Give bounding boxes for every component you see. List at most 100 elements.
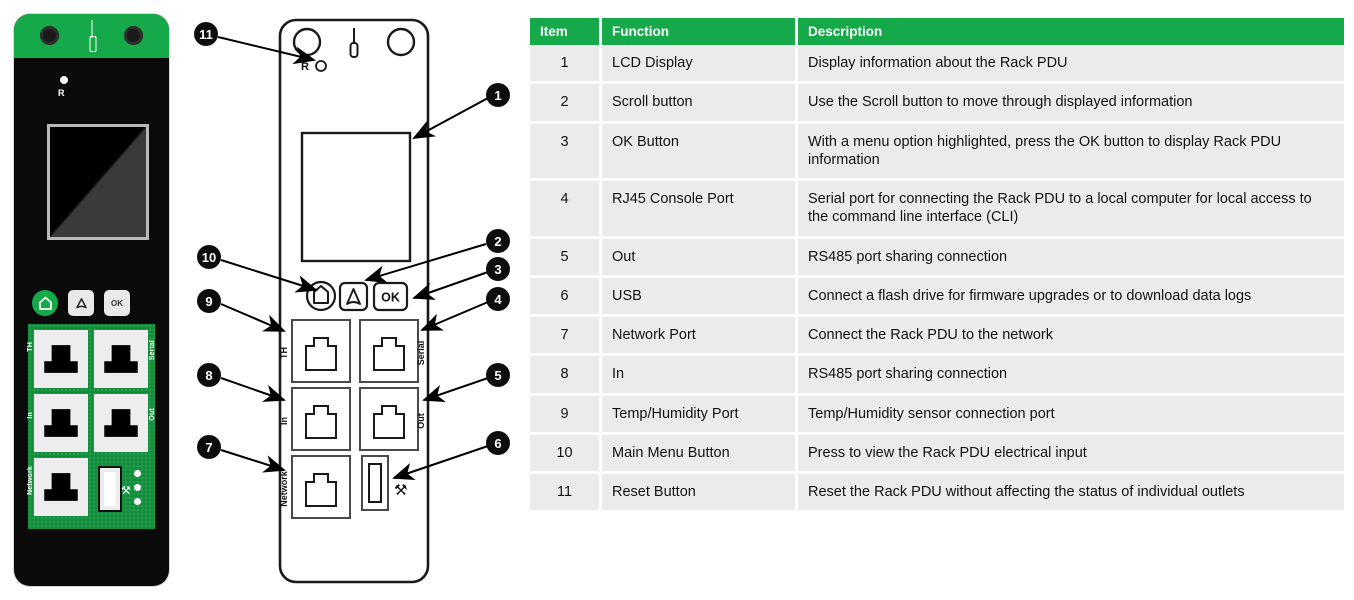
cell-function: In [602, 356, 798, 396]
cell-function: Main Menu Button [602, 434, 798, 475]
callout-7: 7 [197, 435, 221, 459]
cell-description: Serial port for connecting the Rack PDU … [798, 181, 1344, 239]
cell-item: 1 [530, 45, 602, 85]
diagram-port-label-network: Network [279, 470, 289, 507]
photo-status-led-2 [134, 484, 141, 491]
photo-port-label-in: In [27, 412, 34, 419]
callout-1: 1 [486, 83, 510, 107]
reset-pinhole-icon [60, 76, 68, 84]
photo-port-in[interactable] [34, 394, 88, 452]
table-row: 2 Scroll button Use the Scroll button to m… [530, 84, 1344, 124]
svg-text:11: 11 [199, 27, 213, 42]
callout-5: 5 [486, 363, 510, 387]
cell-description: Connect the Rack PDU to the network [798, 317, 1344, 357]
column-header-item: Item [530, 18, 602, 45]
leader-9 [220, 303, 286, 332]
photo-status-led-1 [134, 470, 141, 477]
diagram-ok-label: OK [381, 291, 400, 305]
cell-description: Temp/Humidity sensor connection port [798, 395, 1344, 435]
photo-ok-button[interactable]: OK [104, 290, 130, 316]
cell-function: Out [602, 238, 798, 278]
photo-lcd-screen-face [50, 127, 146, 237]
table-row: 9 Temp/Humidity Port Temp/Humidity sensor … [530, 395, 1344, 435]
photo-port-temp-humidity[interactable] [34, 330, 88, 388]
mounting-screw-left-icon [40, 26, 59, 45]
leader-5 [422, 377, 489, 403]
screwdriver-icon [89, 20, 96, 52]
cell-item: 4 [530, 181, 602, 239]
svg-text:6: 6 [494, 436, 501, 451]
svg-text:7: 7 [205, 440, 212, 455]
svg-text:8: 8 [205, 368, 212, 383]
mounting-screw-right-icon [124, 26, 143, 45]
cell-function: Network Port [602, 317, 798, 357]
leader-4 [420, 301, 489, 331]
cell-function: Scroll button [602, 84, 798, 124]
photo-port-label-serial: Serial [149, 340, 156, 361]
cell-item: 11 [530, 474, 602, 514]
table-row: 3 OK Button With a menu option highlighted… [530, 123, 1344, 182]
table-row: 10 Main Menu Button Press to view the Rack… [530, 434, 1344, 475]
usb-trident-icon: ⚒ [394, 481, 407, 499]
cell-function: Reset Button [602, 474, 798, 514]
cell-item: 2 [530, 84, 602, 124]
callout-2: 2 [486, 229, 510, 253]
cell-description: Use the Scroll button to move through di… [798, 84, 1344, 124]
cell-item: 3 [530, 123, 602, 182]
cell-description: Reset the Rack PDU without affecting the… [798, 474, 1344, 514]
callout-6: 6 [486, 431, 510, 455]
column-header-description: Description [798, 18, 1344, 45]
callout-8: 8 [197, 363, 221, 387]
cell-function: OK Button [602, 123, 798, 182]
cell-item: 5 [530, 238, 602, 278]
line-diagram: R OK ⚒ TH Serial In Out Network 11 1 10 … [188, 8, 518, 592]
spec-table-wrapper: Item Function Description 1 LCD Display Di… [530, 18, 1344, 514]
photo-main-menu-button[interactable] [32, 290, 58, 316]
photo-status-led-3 [134, 498, 141, 505]
diagram-reset-label: R [301, 61, 309, 73]
cell-description: RS485 port sharing connection [798, 356, 1344, 396]
callout-9: 9 [197, 289, 221, 313]
cell-description: Display information about the Rack PDU [798, 45, 1344, 85]
cell-function: RJ45 Console Port [602, 181, 798, 239]
table-row: 1 LCD Display Display information about th… [530, 45, 1344, 85]
table-row: 11 Reset Button Reset the Rack PDU without… [530, 474, 1344, 514]
callout-11: 11 [194, 22, 218, 46]
photo-port-label-th: TH [27, 342, 34, 352]
photo-scroll-button[interactable] [68, 290, 94, 316]
photo-button-row: OK [28, 290, 155, 318]
leader-8 [220, 377, 286, 402]
svg-text:9: 9 [205, 294, 212, 309]
photo-port-network[interactable] [34, 458, 88, 516]
cell-function: USB [602, 277, 798, 318]
cell-item: 10 [530, 434, 602, 475]
home-icon [38, 296, 52, 310]
callout-10: 10 [197, 245, 221, 269]
cell-item: 6 [530, 277, 602, 318]
cell-description: With a menu option highlighted, press th… [798, 123, 1344, 182]
table-header-row: Item Function Description [530, 18, 1344, 45]
product-photo: R OK TH Serial In Out Network ⚒ [14, 14, 169, 586]
photo-port-label-network: Network [27, 466, 34, 496]
photo-port-out[interactable] [94, 394, 148, 452]
table-row: 7 Network Port Connect the Rack PDU to the… [530, 317, 1344, 357]
photo-port-board: TH Serial In Out Network ⚒ [27, 324, 156, 529]
cell-function: LCD Display [602, 45, 798, 85]
diagram-port-label-in: In [279, 417, 289, 425]
cell-description: Connect a flash drive for firmware upgra… [798, 277, 1344, 318]
svg-text:10: 10 [202, 250, 216, 265]
diagram-port-label-th: TH [279, 347, 289, 359]
photo-lcd-display [47, 124, 149, 240]
cell-item: 9 [530, 395, 602, 435]
cell-item: 7 [530, 317, 602, 357]
diagram-port-label-serial: Serial [416, 341, 426, 366]
photo-port-serial[interactable] [94, 330, 148, 388]
table-row: 4 RJ45 Console Port Serial port for connec… [530, 181, 1344, 239]
photo-port-label-out: Out [149, 408, 156, 421]
photo-port-usb[interactable] [98, 466, 122, 512]
svg-text:4: 4 [494, 292, 502, 307]
table-body: 1 LCD Display Display information about th… [530, 45, 1344, 514]
callout-3: 3 [486, 257, 510, 281]
cell-item: 8 [530, 356, 602, 396]
cell-description: RS485 port sharing connection [798, 238, 1344, 278]
